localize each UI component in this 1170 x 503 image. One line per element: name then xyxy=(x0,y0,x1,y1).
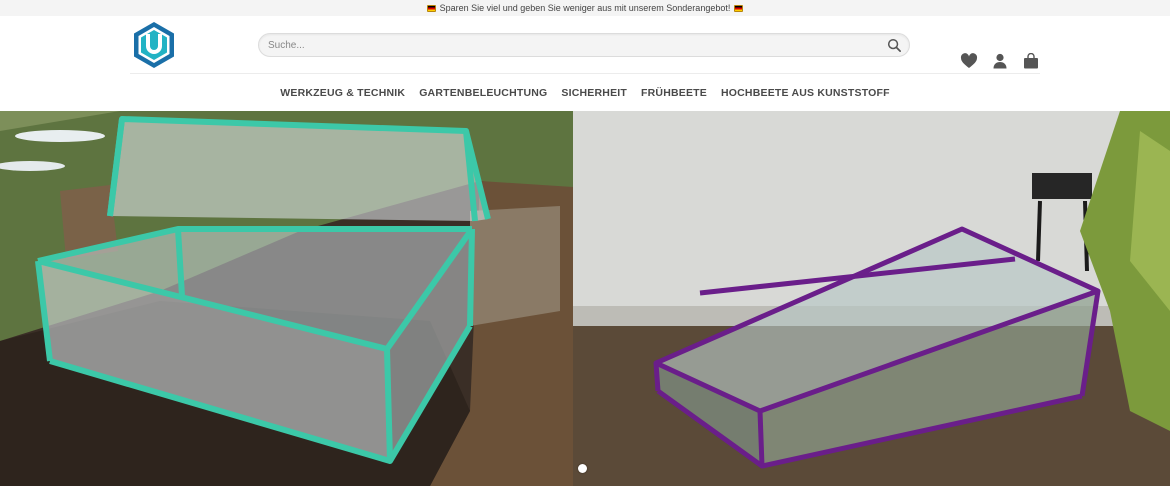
promo-bar: Sparen Sie viel und geben Sie weniger au… xyxy=(0,0,1170,16)
nav-item-fruehbeete[interactable]: FRÜHBEETE xyxy=(641,87,707,99)
search-icon[interactable] xyxy=(887,38,902,53)
flag-icon xyxy=(426,4,436,12)
hero-slider[interactable] xyxy=(0,111,1170,486)
nav-item-gartenbeleuchtung[interactable]: GARTENBELEUCHTUNG xyxy=(419,87,547,99)
header-divider xyxy=(130,73,1040,74)
user-icon[interactable] xyxy=(991,53,1009,69)
search-bar xyxy=(258,33,910,57)
search-input[interactable] xyxy=(259,34,909,56)
slider-dot-active[interactable] xyxy=(578,464,587,473)
flag-icon xyxy=(734,4,744,12)
site-header xyxy=(0,16,1170,74)
nav-item-hochbeete[interactable]: HOCHBEETE AUS KUNSTSTOFF xyxy=(721,87,890,99)
site-logo[interactable] xyxy=(133,21,175,69)
promo-text: Sparen Sie viel und geben Sie weniger au… xyxy=(439,3,731,13)
nav-item-sicherheit[interactable]: SICHERHEIT xyxy=(561,87,627,99)
heart-icon[interactable] xyxy=(960,53,978,69)
main-nav: WERKZEUG & TECHNIK GARTENBELEUCHTUNG SIC… xyxy=(0,74,1170,111)
shopping-bag-icon[interactable] xyxy=(1022,53,1040,69)
turquoise-cold-frame-photo xyxy=(0,111,573,486)
nav-item-werkzeug-technik[interactable]: WERKZEUG & TECHNIK xyxy=(280,87,405,99)
purple-cold-frame-photo xyxy=(573,111,1170,486)
